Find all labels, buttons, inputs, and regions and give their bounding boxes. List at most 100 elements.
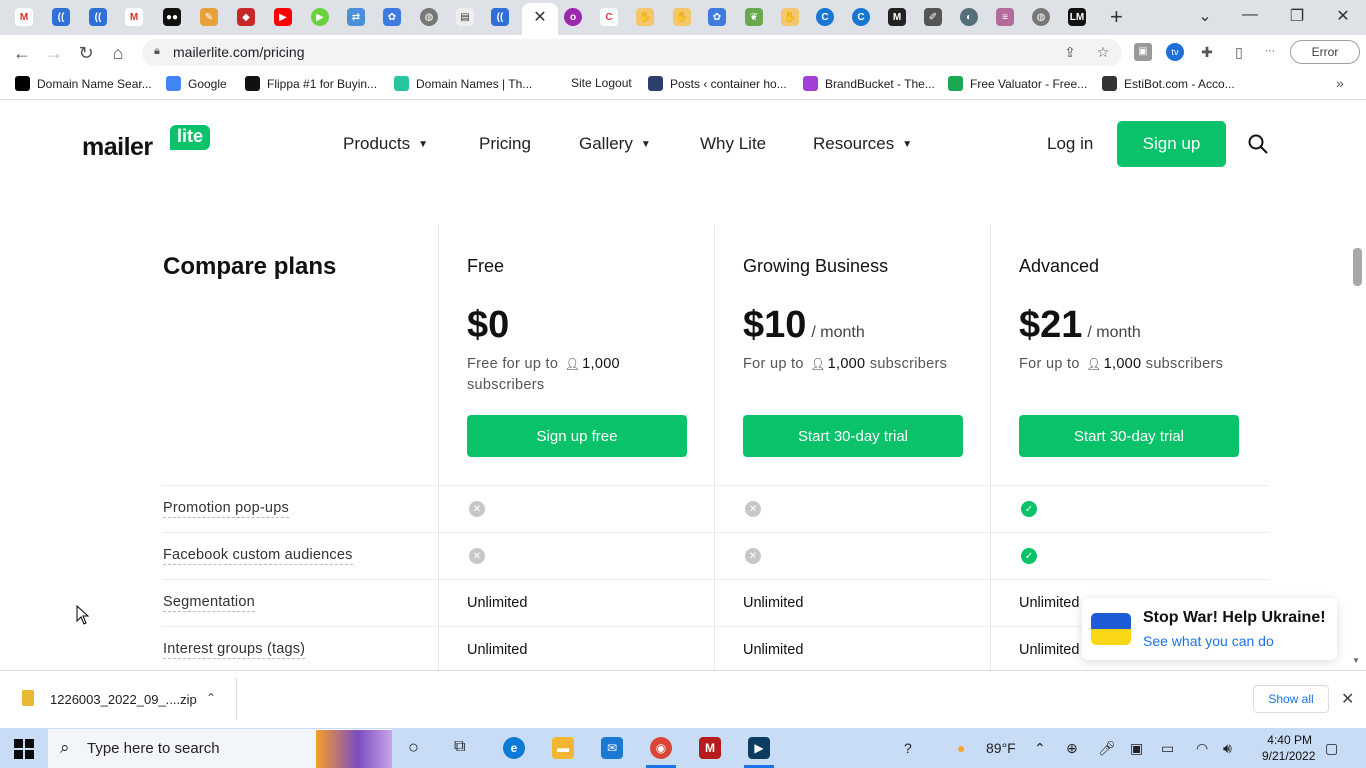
feature-label[interactable]: Facebook custom audiences — [163, 547, 353, 565]
tray-expand-icon[interactable]: ⌃ — [1034, 740, 1046, 757]
medium-tab-icon[interactable]: ●● — [163, 8, 181, 26]
bookmark-star-icon[interactable]: ☆ — [1094, 43, 1112, 61]
site-tab-icon[interactable]: LM — [1068, 8, 1086, 26]
site-tab-icon[interactable]: ✿ — [708, 8, 726, 26]
bookmark-item[interactable]: Google — [166, 76, 227, 91]
microphone-icon[interactable]: 🎤︎ — [1098, 740, 1116, 757]
file-explorer-icon[interactable]: ▬ — [552, 737, 574, 759]
login-link[interactable]: Log in — [1047, 134, 1093, 154]
new-tab-icon[interactable]: + — [1110, 4, 1123, 30]
extensions-puzzle-icon[interactable]: ✚ — [1198, 43, 1216, 61]
url-text[interactable]: mailerlite.com/pricing — [173, 44, 304, 60]
minimize-icon[interactable]: — — [1240, 6, 1260, 24]
bookmark-item[interactable]: Domain Name Sear... — [15, 76, 152, 91]
tray-app-icon[interactable]: ⊕ — [1066, 740, 1078, 757]
mcafee-icon[interactable]: M — [699, 737, 721, 759]
reload-icon[interactable]: ↻ — [75, 42, 97, 64]
site-tab-icon[interactable]: ▤ — [456, 8, 474, 26]
play-tab-icon[interactable]: ▶ — [311, 8, 329, 26]
plan-cta-button[interactable]: Start 30-day trial — [1019, 415, 1239, 457]
close-window-icon[interactable]: ✕ — [1333, 6, 1353, 26]
bookmark-item[interactable]: Domain Names | Th... — [394, 76, 532, 91]
scrollbar-thumb[interactable] — [1353, 248, 1362, 286]
site-tab-icon[interactable]: ◆ — [237, 8, 255, 26]
volume-icon[interactable]: 🔊︎ — [1223, 740, 1232, 757]
nav-resources[interactable]: Resources ▼ — [813, 134, 912, 154]
search-icon[interactable] — [1246, 132, 1270, 156]
plan-cta-button[interactable]: Sign up free — [467, 415, 687, 457]
tab-search-icon[interactable]: ⌄ — [1195, 6, 1215, 26]
site-tab-icon[interactable]: ✐ — [924, 8, 942, 26]
close-tab-icon[interactable]: ✕ — [531, 7, 549, 27]
nav-gallery[interactable]: Gallery ▼ — [579, 134, 651, 154]
share-icon[interactable]: ⇪ — [1061, 43, 1079, 61]
back-icon[interactable]: ← — [11, 42, 33, 64]
nav-pricing[interactable]: Pricing — [479, 134, 531, 154]
windows-start-icon[interactable] — [14, 739, 34, 759]
mail-icon[interactable]: ✉ — [601, 737, 623, 759]
scrollbar[interactable] — [1350, 101, 1366, 670]
close-shelf-icon[interactable]: ✕ — [1341, 689, 1354, 709]
globe-tab-icon[interactable]: ◍ — [1032, 8, 1050, 26]
feature-label[interactable]: Promotion pop-ups — [163, 500, 289, 518]
plan-cta-button[interactable]: Start 30-day trial — [743, 415, 963, 457]
profile-icon[interactable]: ⋯ — [1261, 43, 1279, 61]
more-bookmarks-icon[interactable]: » — [1336, 75, 1344, 91]
site-tab-icon[interactable]: ❦ — [745, 8, 763, 26]
gmail-tab-icon[interactable]: M — [15, 8, 33, 26]
ukraine-banner[interactable]: Stop War! Help Ukraine! See what you can… — [1082, 598, 1337, 660]
bookmark-item[interactable]: Posts ‹ container ho... — [648, 76, 787, 91]
site-tab-icon[interactable]: ✿ — [383, 8, 401, 26]
site-tab-icon[interactable]: C — [600, 8, 618, 26]
site-tab-icon[interactable]: ✋ — [781, 8, 799, 26]
site-tab-icon[interactable]: C — [816, 8, 834, 26]
lock-icon[interactable]: 🔒︎ — [154, 45, 160, 58]
mailerlite-logo[interactable]: mailer lite — [82, 125, 212, 165]
site-tab-icon[interactable]: (( — [52, 8, 70, 26]
restore-icon[interactable]: ❐ — [1287, 6, 1307, 26]
site-tab-icon[interactable]: ◐ — [960, 8, 978, 26]
feature-label[interactable]: Interest groups (tags) — [163, 641, 306, 659]
bookmark-item[interactable]: BrandBucket - The... — [803, 76, 935, 91]
cortana-icon[interactable]: ○ — [408, 737, 419, 758]
extension-icon[interactable]: tv — [1166, 43, 1184, 61]
site-tab-icon[interactable]: M — [888, 8, 906, 26]
error-button[interactable]: Error — [1290, 40, 1360, 64]
site-tab-icon[interactable]: ⇄ — [347, 8, 365, 26]
banner-link[interactable]: See what you can do — [1143, 633, 1274, 649]
site-tab-icon[interactable]: (( — [89, 8, 107, 26]
globe-tab-icon[interactable]: ◍ — [420, 8, 438, 26]
bookmark-item[interactable]: Site Logout — [571, 76, 632, 90]
site-tab-icon[interactable]: ≡ — [996, 8, 1014, 26]
bookmark-item[interactable]: Flippa #1 for Buyin... — [245, 76, 377, 91]
scroll-down-arrow-icon[interactable]: ▼ — [1352, 656, 1360, 665]
site-tab-icon[interactable]: C — [852, 8, 870, 26]
chrome-icon[interactable]: ◉ — [650, 737, 672, 759]
weather-temp[interactable]: 89°F — [986, 740, 1016, 756]
bookmark-item[interactable]: EstiBot.com - Acco... — [1102, 76, 1235, 91]
home-icon[interactable]: ⌂ — [107, 42, 129, 64]
nav-why-lite[interactable]: Why Lite — [700, 134, 766, 154]
site-tab-icon[interactable]: o — [564, 8, 582, 26]
notifications-icon[interactable]: ▢ — [1325, 740, 1338, 757]
forward-icon[interactable]: → — [43, 42, 65, 64]
site-tab-icon[interactable]: (( — [491, 8, 509, 26]
show-all-button[interactable]: Show all — [1253, 685, 1329, 713]
site-tab-icon[interactable]: ✎ — [200, 8, 218, 26]
site-tab-icon[interactable]: ✋ — [673, 8, 691, 26]
site-tab-icon[interactable]: ✋ — [636, 8, 654, 26]
clock[interactable]: 4:40 PM 9/21/2022 — [1262, 732, 1315, 764]
feature-label[interactable]: Segmentation — [163, 594, 255, 612]
wifi-icon[interactable]: ◠ — [1196, 740, 1208, 757]
edge-icon[interactable]: e — [503, 737, 525, 759]
youtube-tab-icon[interactable]: ▶ — [274, 8, 292, 26]
help-icon[interactable]: ? — [904, 740, 912, 756]
extension-icon[interactable]: ▣ — [1134, 43, 1152, 61]
gmail-tab-icon[interactable]: M — [125, 8, 143, 26]
battery-icon[interactable]: ▭ — [1161, 740, 1174, 757]
chevron-up-icon[interactable]: ⌃ — [206, 691, 216, 705]
signup-button[interactable]: Sign up — [1117, 121, 1226, 167]
download-filename[interactable]: 1226003_2022_09_....zip — [50, 692, 197, 707]
app-icon[interactable]: ▶ — [748, 737, 770, 759]
task-view-icon[interactable]: ⧉ — [454, 738, 465, 756]
